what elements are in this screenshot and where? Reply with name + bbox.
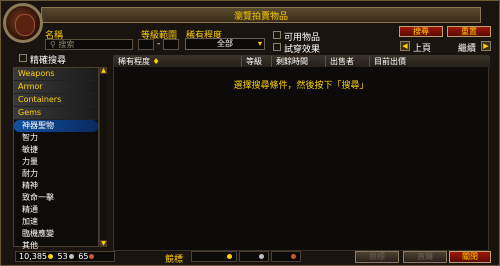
bid-silver-icon: [259, 254, 264, 259]
col-time-left[interactable]: 剩餘時間: [272, 56, 326, 67]
bottom-bar: 10,385 53 65 競標 競標 直購 關閉: [11, 251, 493, 265]
category-item[interactable]: 神器聖物: [14, 120, 98, 132]
next-page-label: 繼續: [458, 44, 477, 54]
prev-page-label: 上頁: [413, 44, 432, 54]
col-level[interactable]: 等級: [242, 56, 272, 67]
bid-gold-input[interactable]: [191, 251, 237, 262]
search-input[interactable]: ⚲ 搜索: [45, 39, 133, 50]
scroll-down-icon[interactable]: ▼: [100, 240, 107, 247]
category-item[interactable]: Armor: [14, 81, 98, 94]
exact-search-label: 精確搜尋: [30, 56, 67, 66]
usable-items-checkbox[interactable]: [273, 31, 281, 39]
results-panel: 稀有程度 ♦ 等級 剩餘時間 出售者 目前出價 選擇搜尋條件，然後按下「搜尋」: [113, 55, 490, 251]
search-button[interactable]: 搜尋: [399, 26, 443, 37]
category-list: Weapons Armor Containers Gems 神器聖物 智力 敏捷 力量 耐力 精神…: [13, 67, 99, 250]
gold-coin-icon: [48, 254, 53, 259]
level-dash: -: [157, 39, 161, 49]
preview-checkbox[interactable]: [273, 43, 281, 51]
category-item[interactable]: 精神: [14, 180, 98, 192]
exact-search-checkbox[interactable]: [19, 54, 27, 62]
bid-button[interactable]: 競標: [355, 251, 399, 263]
goblin-portrait-icon: [3, 3, 43, 43]
empty-message: 選擇搜尋條件，然後按下「搜尋」: [233, 81, 369, 91]
bid-label: 競標: [165, 255, 184, 265]
prev-page-icon[interactable]: ◀: [400, 41, 410, 51]
category-item[interactable]: Weapons: [14, 68, 98, 81]
category-item[interactable]: 力量: [14, 156, 98, 168]
reset-button[interactable]: 重置: [447, 26, 491, 37]
rarity-value: 全部: [217, 39, 233, 48]
col-current-bid[interactable]: 目前出價: [370, 56, 490, 67]
category-item[interactable]: 耐力: [14, 168, 98, 180]
category-item[interactable]: 加速: [14, 216, 98, 228]
gold-amount: 10,385: [19, 252, 47, 261]
silver-coin-icon: [68, 254, 74, 259]
magnifier-icon: ⚲: [50, 40, 56, 49]
chevron-down-icon: ▾: [257, 39, 262, 48]
player-money: 10,385 53 65: [15, 251, 115, 262]
next-page-icon[interactable]: ▶: [481, 41, 491, 51]
search-placeholder: 搜索: [58, 40, 75, 49]
close-button[interactable]: 關閉: [449, 251, 491, 263]
col-rarity-label: 稀有程度: [118, 57, 150, 66]
buyout-button[interactable]: 直購: [403, 251, 447, 263]
category-scrollbar[interactable]: ▲ ▼: [99, 67, 107, 247]
col-rarity[interactable]: 稀有程度 ♦: [114, 56, 242, 67]
min-level-input[interactable]: [138, 39, 154, 50]
category-item[interactable]: Containers: [14, 94, 98, 107]
bid-copper-input[interactable]: [271, 251, 301, 262]
col-seller[interactable]: 出售者: [326, 56, 370, 67]
category-item[interactable]: 智力: [14, 132, 98, 144]
rarity-dropdown[interactable]: 全部 ▾: [185, 38, 265, 50]
category-item[interactable]: Gems: [14, 107, 98, 120]
category-item[interactable]: 致命一擊: [14, 192, 98, 204]
copper-coin-icon: [89, 254, 95, 259]
preview-label: 試穿效果: [284, 45, 321, 55]
category-item[interactable]: 臨機應變: [14, 228, 98, 240]
category-item[interactable]: 精通: [14, 204, 98, 216]
window-title: 瀏覽拍賣物品: [233, 12, 288, 22]
max-level-input[interactable]: [163, 39, 179, 50]
title-bar: 瀏覽拍賣物品: [41, 7, 481, 23]
bid-silver-input[interactable]: [239, 251, 269, 262]
copper-amount: 65: [78, 252, 89, 261]
bid-gold-icon: [227, 254, 232, 259]
auction-window: 瀏覽拍賣物品 名稱 ⚲ 搜索 等級範圍 - 稀有程度 全部 ▾ 可用物品 試穿效…: [0, 0, 500, 266]
silver-amount: 53: [57, 252, 68, 261]
category-item[interactable]: 敏捷: [14, 144, 98, 156]
portrait-face: [15, 14, 35, 36]
sort-arrow-icon: ♦: [152, 57, 160, 66]
scroll-up-icon[interactable]: ▲: [100, 67, 107, 74]
bid-copper-icon: [291, 254, 296, 259]
